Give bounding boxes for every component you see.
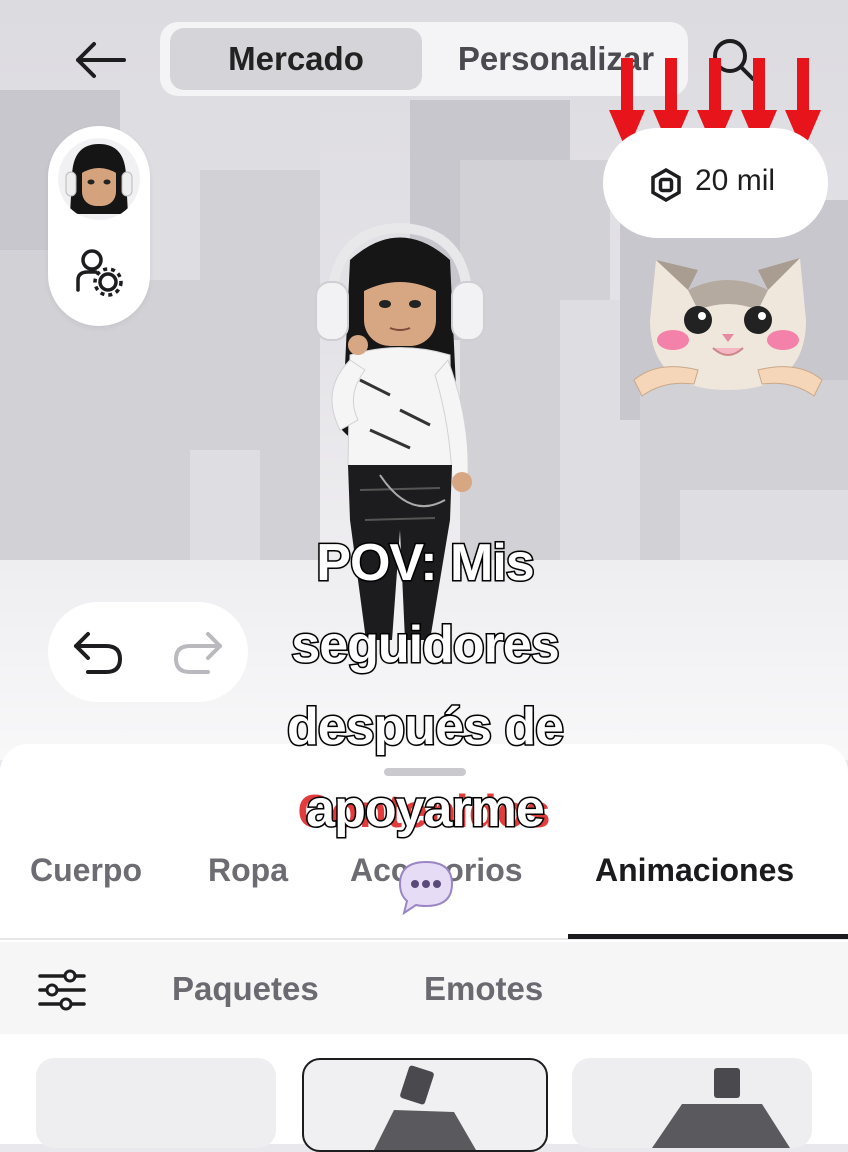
subtab-emotes[interactable]: Emotes <box>424 970 543 1008</box>
caption-line: POV: Mis <box>315 533 536 594</box>
avatar[interactable] <box>58 138 140 220</box>
cat-sticker <box>633 258 823 397</box>
filter-sliders-icon[interactable] <box>36 968 88 1012</box>
tab-mercado[interactable]: Mercado <box>170 28 422 90</box>
tab-animaciones[interactable]: Animaciones <box>595 852 794 889</box>
speech-bubble-icon <box>398 860 454 916</box>
video-caption: POV: Mis seguidores después de apoyarme <box>240 522 610 850</box>
undo-icon[interactable] <box>68 626 128 678</box>
tab-cuerpo[interactable]: Cuerpo <box>30 852 142 889</box>
redo-icon[interactable] <box>168 626 228 678</box>
robux-icon <box>651 168 681 202</box>
undo-redo-panel <box>48 602 248 702</box>
robux-balance[interactable]: 20 mil <box>603 128 828 238</box>
robux-amount: 20 mil <box>695 164 776 197</box>
animation-thumbnail <box>652 1068 790 1148</box>
back-arrow-icon[interactable] <box>70 38 130 82</box>
caption-line: después de <box>285 697 565 758</box>
item-card-selected[interactable] <box>302 1058 548 1152</box>
caption-line: apoyarme <box>305 779 547 840</box>
subcategory-bar: Paquetes Emotes <box>0 942 848 1034</box>
tab-ropa[interactable]: Ropa <box>208 852 288 889</box>
animation-thumbnail <box>374 1065 476 1150</box>
subtab-paquetes[interactable]: Paquetes <box>172 970 319 1008</box>
item-card[interactable] <box>572 1058 812 1148</box>
avatar-side-panel <box>48 126 150 326</box>
active-tab-indicator <box>568 934 848 939</box>
item-card[interactable] <box>36 1058 276 1148</box>
caption-line: seguidores <box>290 615 561 676</box>
avatar-settings-icon[interactable] <box>72 244 128 300</box>
